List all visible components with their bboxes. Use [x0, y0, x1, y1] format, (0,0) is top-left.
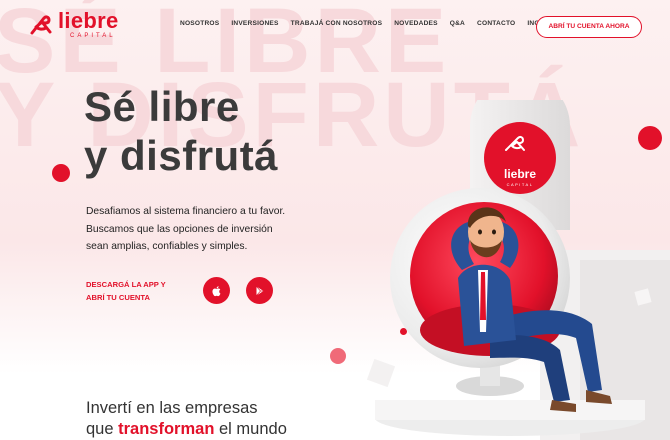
google-play-icon: [255, 285, 263, 296]
nav-item-nosotros[interactable]: NOSOTROS: [180, 20, 219, 27]
app-store-button[interactable]: [203, 277, 230, 304]
download-line-2: ABRÍ TU CUENTA: [86, 293, 150, 302]
nav-item-qa[interactable]: Q&A: [450, 20, 465, 27]
download-app-text: DESCARGÁ LA APP Y ABRÍ TU CUENTA: [86, 278, 166, 304]
header: liebre CAPITAL NOSOTROS INVERSIONES TRAB…: [0, 0, 670, 56]
hero-title-line-2: y disfrutá: [84, 132, 279, 179]
hero-description-line-3: sean amplias, confiables y simples.: [86, 241, 248, 253]
section-heading-accent: transforman: [118, 420, 215, 438]
page: SÉ LIBRE Y DISFRUTÁ liebre CAPITAL NOSOT…: [0, 0, 670, 440]
brand-name: liebre: [58, 8, 119, 33]
nav-item-novedades[interactable]: NOVEDADES: [394, 20, 438, 27]
brand-tagline: CAPITAL: [70, 33, 116, 39]
decorative-dot-left: [52, 164, 70, 182]
download-line-1: DESCARGÁ LA APP Y: [86, 280, 166, 289]
main-nav: NOSOTROS INVERSIONES TRABAJÁ CON NOSOTRO…: [180, 20, 571, 27]
section-heading: Invertí en las empresas que transforman …: [86, 398, 287, 440]
hero-title-line-1: Sé libre: [84, 83, 240, 130]
sign-brand-name: liebre: [504, 167, 536, 181]
section-heading-prefix: que: [86, 420, 119, 438]
brand-logo[interactable]: liebre CAPITAL: [28, 10, 119, 39]
hero-title: Sé libre y disfrutá: [84, 82, 278, 180]
apple-icon: [211, 285, 220, 296]
liebre-logo-icon: [30, 14, 52, 34]
section-heading-line-2: que transforman el mundo: [86, 419, 287, 440]
nav-item-inversiones[interactable]: INVERSIONES: [231, 20, 278, 27]
nav-item-contacto[interactable]: CONTACTO: [477, 20, 515, 27]
section-heading-line-1: Invertí en las empresas: [86, 399, 258, 417]
nav-item-trabaja-con-nosotros[interactable]: TRABAJÁ CON NOSOTROS: [291, 20, 383, 27]
open-account-button[interactable]: ABRÍ TU CUENTA AHORA: [536, 16, 642, 38]
sign-brand-tagline: CAPITAL: [507, 182, 534, 187]
hero-description-line-2: Buscamos que las opciones de inversión: [86, 223, 273, 235]
hero-description-line-1: Desafiamos al sistema financiero a tu fa…: [86, 206, 286, 217]
play-store-button[interactable]: [246, 277, 273, 304]
hero-description: Desafiamos al sistema financiero a tu fa…: [86, 203, 336, 256]
section-heading-suffix: el mundo: [214, 420, 287, 438]
hero-illustration: liebre CAPITAL: [366, 100, 670, 440]
